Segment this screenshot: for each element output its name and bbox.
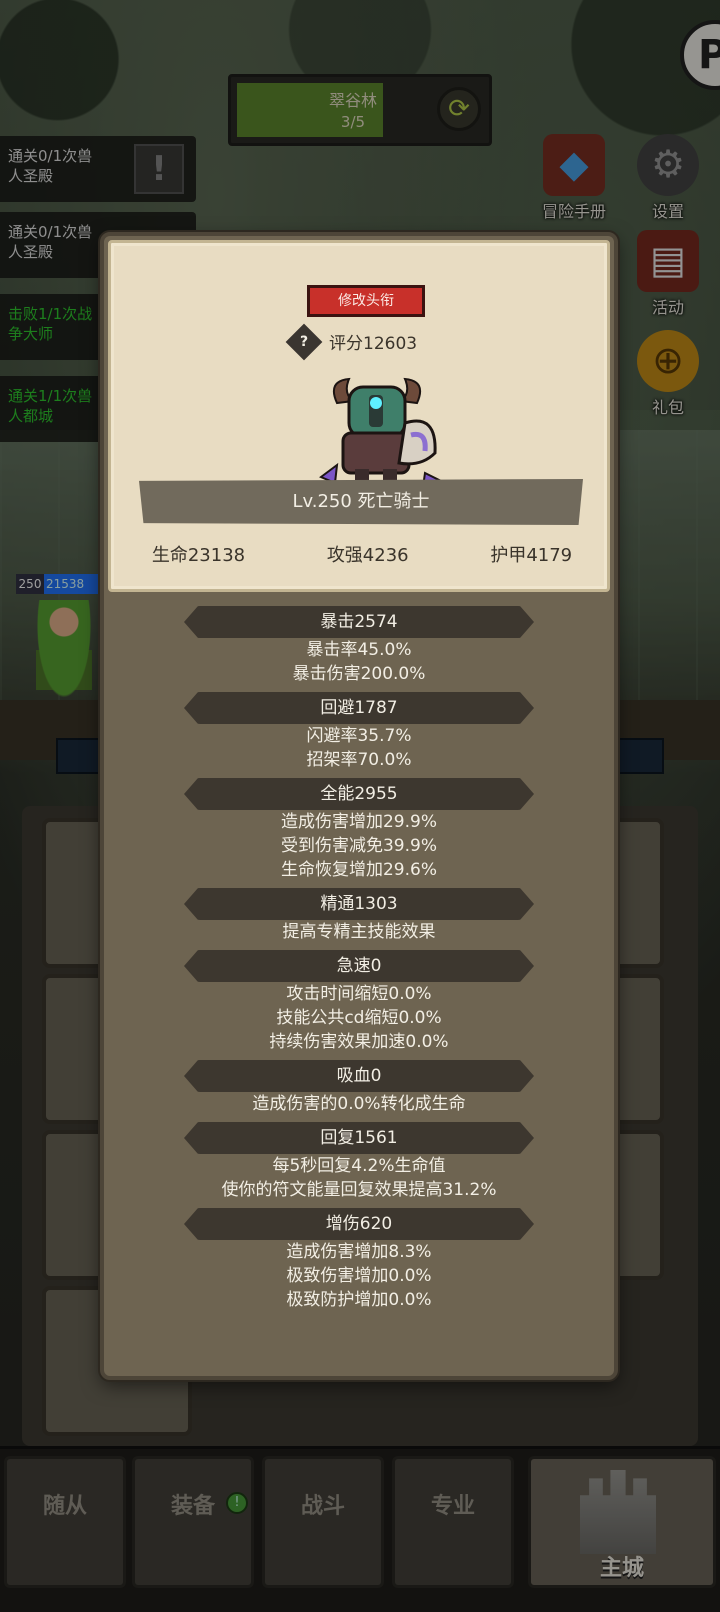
stat-header-recovery: 回复1561	[184, 1122, 534, 1154]
stat-line: 生命恢复增加29.6%	[280, 860, 437, 880]
character-summary-card: 修改头衔 ? 评分12603 Lv.250 死亡骑士 生命23138 攻强423…	[108, 240, 610, 592]
stat-line: 攻击时间缩短0.0%	[286, 984, 432, 1004]
stat-header-mastery: 精通1303	[184, 888, 534, 920]
stat-line: 每5秒回复4.2%生命值	[272, 1156, 446, 1176]
score-label: 评分12603	[329, 334, 418, 354]
question-diamond-icon[interactable]: ?	[285, 323, 323, 361]
hp-stat: 生命23138	[151, 545, 246, 566]
stat-header-avoidance: 回避1787	[184, 692, 534, 724]
death-knight-portrait	[319, 377, 444, 489]
base-stats-row: 生命23138 攻强4236 护甲4179	[111, 541, 613, 567]
stat-header-crit: 暴击2574	[184, 606, 534, 638]
armor-stat: 护甲4179	[490, 545, 573, 566]
stat-header-lifesteal: 吸血0	[184, 1060, 534, 1092]
stat-line: 招架率70.0%	[306, 750, 412, 770]
attack-stat: 攻强4236	[326, 545, 409, 566]
hero-name-level: Lv.250 死亡骑士	[139, 479, 583, 525]
stat-line: 闪避率35.7%	[306, 726, 412, 746]
stat-line: 提高专精主技能效果	[282, 922, 436, 942]
stat-line: 技能公共cd缩短0.0%	[276, 1008, 442, 1028]
stat-line: 造成伤害增加8.3%	[286, 1242, 432, 1262]
rename-title-button[interactable]: 修改头衔	[307, 285, 425, 317]
stat-line: 使你的符文能量回复效果提高31.2%	[221, 1180, 497, 1200]
stat-line: 造成伤害增加29.9%	[280, 812, 437, 832]
character-stats-panel: 修改头衔 ? 评分12603 Lv.250 死亡骑士 生命23138 攻强423…	[100, 232, 618, 1380]
stat-line: 造成伤害的0.0%转化成生命	[252, 1094, 466, 1114]
stat-line: 暴击伤害200.0%	[292, 664, 426, 684]
stat-header-damage-boost: 增伤620	[184, 1208, 534, 1240]
secondary-stats-list: 暴击2574 暴击率45.0% 暴击伤害200.0% 回避1787 闪避率35.…	[108, 600, 610, 1312]
stat-header-versatility: 全能2955	[184, 778, 534, 810]
stat-line: 极致防护增加0.0%	[286, 1290, 432, 1310]
stat-header-haste: 急速0	[184, 950, 534, 982]
stat-line: 极致伤害增加0.0%	[286, 1266, 432, 1286]
stat-line: 受到伤害减免39.9%	[280, 836, 437, 856]
stat-line: 暴击率45.0%	[306, 640, 412, 660]
stat-line: 持续伤害效果加速0.0%	[269, 1032, 449, 1052]
